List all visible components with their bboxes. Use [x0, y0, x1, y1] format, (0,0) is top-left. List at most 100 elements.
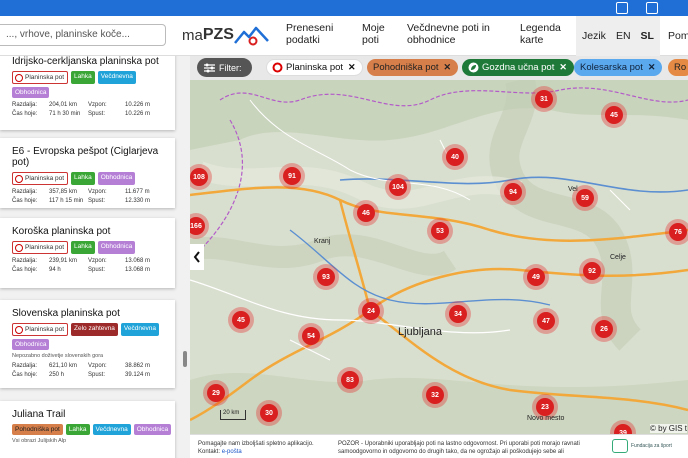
filter-chip[interactable]: Ro	[668, 59, 688, 76]
cluster-marker[interactable]: 94	[500, 179, 526, 205]
cluster-marker[interactable]: 40	[442, 144, 468, 170]
route-tag: Planinska pot	[12, 172, 69, 185]
descent-value: 10.226 m	[125, 111, 151, 117]
window-icon[interactable]	[616, 2, 628, 14]
close-icon[interactable]: ✕	[559, 62, 567, 73]
filter-chip[interactable]: Pohodniška pot ✕	[367, 59, 459, 76]
route-tag: Lahka	[71, 241, 95, 254]
cluster-count: 166	[190, 217, 205, 235]
chip-label: Pohodniška pot	[373, 62, 439, 73]
cluster-marker[interactable]: 76	[665, 219, 688, 245]
descent-label: Spust:	[88, 111, 106, 117]
cluster-marker[interactable]: 47	[533, 308, 559, 334]
town-label: Kranj	[314, 238, 331, 245]
cluster-marker[interactable]: 49	[523, 264, 549, 290]
distance-value: 204,01 km	[49, 102, 78, 108]
cluster-marker[interactable]: 45	[228, 307, 254, 333]
search-input[interactable]: ..., vrhove, planinske koče...	[0, 24, 166, 46]
cluster-marker[interactable]: 54	[298, 323, 324, 349]
descent-value: 13.068 m	[125, 267, 151, 273]
cluster-count: 45	[232, 311, 250, 329]
descent-value: 39.124 m	[125, 372, 151, 378]
time-label: Čas hoje:	[12, 267, 38, 273]
tabs-icon[interactable]	[646, 2, 658, 14]
distance-value: 239,91 km	[49, 258, 78, 264]
filter-button[interactable]: Filter:	[197, 58, 252, 77]
route-card[interactable]: E6 - Evropska pešpot (Ciglarjeva pot) Pla…	[0, 138, 175, 208]
town-label: Celje	[610, 254, 626, 261]
cluster-marker[interactable]: 29	[203, 380, 229, 406]
feedback-text: Pomagajte nam izboljšati spletno aplikac…	[198, 441, 314, 447]
cluster-marker[interactable]: 46	[353, 200, 379, 226]
contact-label: Kontakt:	[198, 449, 221, 455]
time-label: Čas hoje:	[12, 111, 38, 117]
logo-brand: PZS	[202, 26, 234, 43]
nav-moje-poti[interactable]: Moje poti	[362, 22, 396, 46]
cluster-marker[interactable]: 32	[422, 382, 448, 408]
route-card[interactable]: Koroška planinska pot Planinska pot Lahka O…	[0, 218, 175, 288]
cluster-marker[interactable]: 93	[313, 264, 339, 290]
route-description: Nepozabno doživetje slovenskih gora	[12, 353, 104, 359]
route-title[interactable]: Koroška planinska pot	[12, 226, 175, 237]
close-icon[interactable]: ✕	[348, 62, 356, 73]
cluster-count: 49	[527, 268, 545, 286]
help-link[interactable]: Pomo	[668, 30, 688, 42]
route-title[interactable]: Idrijsko-cerkljanska planinska pot	[12, 56, 175, 67]
route-title[interactable]: Slovenska planinska pot	[12, 308, 175, 319]
filter-chip[interactable]: Kolesarska pot ✕	[574, 59, 663, 76]
cluster-marker[interactable]: 34	[445, 301, 471, 327]
cluster-count: 108	[190, 168, 208, 186]
language-sl[interactable]: SL	[641, 30, 654, 42]
nav-vecdnevne-poti[interactable]: Večdnevne poti in obhodnice	[407, 22, 499, 46]
map-canvas[interactable]: 31 45 40 91 104 94 59 108 46 166 53 76 93 49 92 24 34 45 5…	[190, 80, 688, 434]
route-tag: Večdnevna	[120, 323, 160, 336]
contact-email-link[interactable]: e-pošta	[222, 449, 242, 455]
cluster-marker[interactable]: 26	[591, 316, 617, 342]
nav-legenda-karte[interactable]: Legenda karte	[520, 22, 568, 46]
route-stats: Razdalja: 204,01 km Vzpon: 10.226 m Čas hoje…	[12, 101, 175, 119]
cluster-marker[interactable]: 30	[256, 400, 282, 426]
time-value: 117 h 15 min	[49, 198, 84, 204]
route-tags: Planinska pot Zelo zahtevna Večdnevna Obhod…	[12, 323, 175, 350]
route-tag: Večdnevna	[92, 424, 131, 435]
sport-foundation-logo[interactable]: Fundacija za šport	[612, 439, 672, 453]
cluster-marker[interactable]: 45	[601, 102, 627, 128]
cluster-marker[interactable]: 91	[279, 163, 305, 189]
header: ..., vrhove, planinske koče... ma PZS Pre…	[0, 16, 688, 56]
route-title[interactable]: E6 - Evropska pešpot (Ciglarjeva pot)	[12, 146, 175, 168]
capital-label: Ljubljana	[398, 326, 443, 338]
close-icon[interactable]: ✕	[648, 62, 656, 73]
cluster-count: 54	[302, 327, 320, 345]
route-tag: Obhodnica	[97, 172, 136, 185]
language-en[interactable]: EN	[616, 30, 631, 42]
route-card[interactable]: Idrijsko-cerkljanska planinska pot Planin…	[0, 56, 175, 130]
collapse-sidebar-button[interactable]	[190, 244, 204, 270]
cluster-marker[interactable]: 104	[385, 174, 411, 200]
route-tags: Planinska pot Lahka Večdnevna Obhodnica	[12, 71, 175, 98]
route-tag: Lahka	[65, 424, 90, 435]
cluster-marker[interactable]: 31	[531, 86, 557, 112]
cluster-marker[interactable]: 24	[358, 298, 384, 324]
cluster-count: 39	[614, 424, 632, 434]
cluster-marker[interactable]: 53	[427, 218, 453, 244]
descent-label: Spust:	[88, 372, 106, 378]
distance-label: Razdalja:	[12, 363, 38, 369]
sidebar-scrollbar[interactable]	[183, 351, 187, 367]
filter-chip[interactable]: Gozdna učna pot ✕	[462, 59, 574, 76]
cluster-marker[interactable]: 92	[579, 258, 605, 284]
chip-label: Planinska pot	[286, 62, 344, 73]
foundation-label: Fundacija za šport	[631, 443, 672, 449]
route-card[interactable]: Juliana Trail Pohodniška pot Lahka Večdnevn…	[0, 401, 175, 458]
filter-chip[interactable]: Planinska pot ✕	[266, 59, 363, 76]
mapzs-logo[interactable]: ma PZS	[182, 22, 270, 48]
route-title[interactable]: Juliana Trail	[12, 409, 175, 420]
cluster-marker[interactable]: 83	[337, 367, 363, 393]
route-sidebar[interactable]: Idrijsko-cerkljanska planinska pot Planin…	[0, 56, 190, 458]
nav-preneseni-podatki[interactable]: Preneseni podatki	[286, 22, 346, 46]
chip-label: Kolesarska pot	[580, 62, 643, 73]
close-icon[interactable]: ✕	[444, 62, 452, 73]
route-card[interactable]: Slovenska planinska pot Planinska pot Zelo…	[0, 300, 175, 388]
route-tag: Lahka	[71, 71, 95, 84]
cluster-count: 83	[341, 371, 359, 389]
map-scale: 20 km	[220, 410, 246, 420]
